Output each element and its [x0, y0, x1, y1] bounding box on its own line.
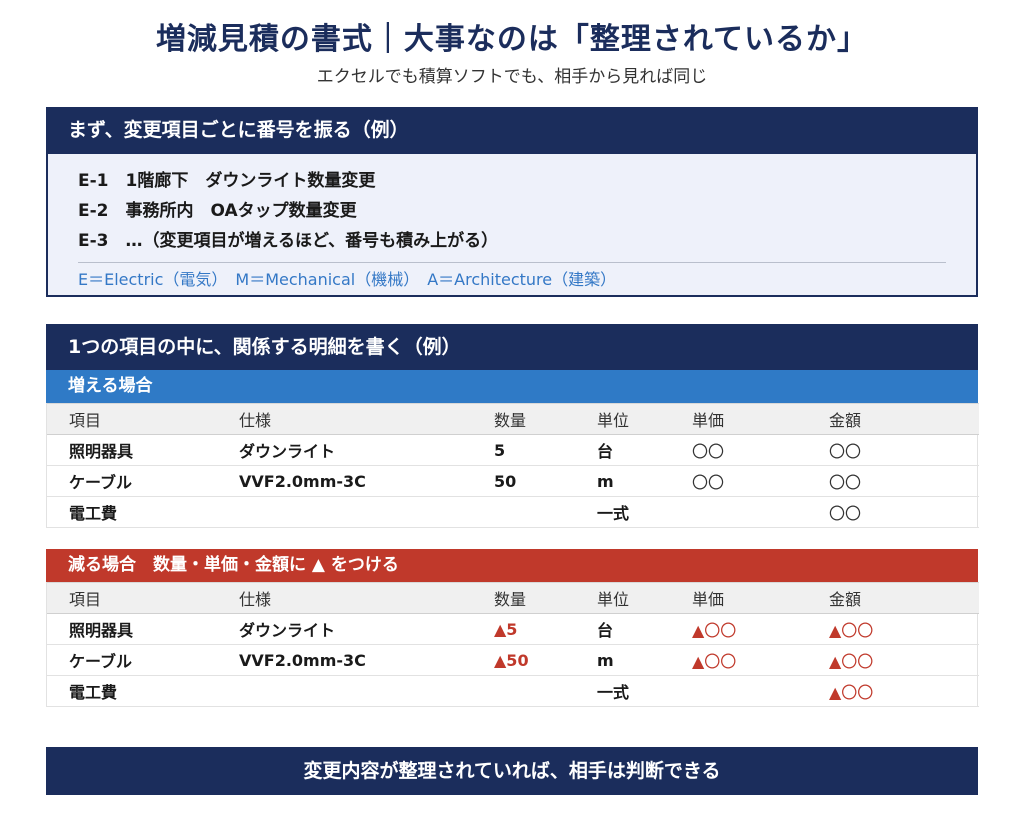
decrease-panel: 減る場合 数量・単価・金額に ▲ をつける 項目 仕様 数量 単位 単価 金額 … — [46, 549, 979, 707]
numbering-panel: まず、変更項目ごとに番号を振る（例） E-1 1階廊下 ダウンライト数量変更 E… — [46, 107, 978, 297]
cell-unit-price: 〇〇 — [670, 434, 807, 466]
cell-amount: 〇〇 — [807, 434, 979, 466]
cell-spec: VVF2.0mm-3C — [217, 644, 472, 676]
numbering-heading: まず、変更項目ごとに番号を振る（例） — [46, 107, 978, 154]
column-header: 単価 — [670, 582, 807, 614]
numbering-item: E-3 …（変更項目が増えるほど、番号も積み上がる） — [78, 231, 499, 251]
details-heading: 1つの項目の中に、関係する明細を書く（例） — [46, 324, 978, 370]
cell-unit: m — [575, 465, 670, 497]
table-row: 照明器具 ダウンライト ▲5 台 ▲〇〇 ▲〇〇 — [47, 613, 979, 645]
increase-table-wrap: 項目 仕様 数量 単位 単価 金額 照明器具 ダウンライト 5 台 〇〇 〇〇 — [46, 403, 979, 528]
table-row: ケーブル VVF2.0mm-3C 50 m 〇〇 〇〇 — [47, 465, 979, 497]
column-header: 金額 — [807, 582, 979, 614]
cell-unit: 一式 — [575, 496, 670, 528]
table-header-row: 項目 仕様 数量 単位 単価 金額 — [47, 403, 979, 435]
cell-qty — [472, 496, 575, 528]
increase-table: 項目 仕様 数量 単位 単価 金額 照明器具 ダウンライト 5 台 〇〇 〇〇 — [47, 403, 979, 528]
cell-amount: 〇〇 — [807, 496, 979, 528]
decrease-table: 項目 仕様 数量 単位 単価 金額 照明器具 ダウンライト ▲5 台 ▲〇〇 ▲… — [47, 582, 979, 707]
cell-qty — [472, 675, 575, 707]
cell-unit: m — [575, 644, 670, 676]
decrease-heading: 減る場合 数量・単価・金額に ▲ をつける — [46, 549, 978, 582]
cell-unit-price: ▲〇〇 — [670, 644, 807, 676]
cell-spec — [217, 675, 472, 707]
increase-heading: 増える場合 — [46, 370, 978, 403]
page-subtitle: エクセルでも積算ソフトでも、相手から見れば同じ — [316, 67, 708, 87]
column-header: 数量 — [472, 582, 575, 614]
cell-amount: 〇〇 — [807, 465, 979, 497]
details-panel: 1つの項目の中に、関係する明細を書く（例） 増える場合 項目 仕様 数量 単位 … — [46, 324, 979, 528]
cell-item: 電工費 — [47, 675, 217, 707]
cell-item: 照明器具 — [47, 613, 217, 645]
cell-item: ケーブル — [47, 644, 217, 676]
cell-spec: VVF2.0mm-3C — [217, 465, 472, 497]
table-row: ケーブル VVF2.0mm-3C ▲50 m ▲〇〇 ▲〇〇 — [47, 644, 979, 676]
cell-item: 電工費 — [47, 496, 217, 528]
table-header-row: 項目 仕様 数量 単位 単価 金額 — [47, 582, 979, 614]
cell-qty: ▲50 — [472, 644, 575, 676]
column-header: 単価 — [670, 403, 807, 435]
numbering-legend: E＝Electric（電気） M＝Mechanical（機械） A＝Archit… — [78, 262, 946, 292]
decrease-table-wrap: 項目 仕様 数量 単位 単価 金額 照明器具 ダウンライト ▲5 台 ▲〇〇 ▲… — [46, 582, 979, 707]
page-title: 増減見積の書式｜大事なのは「整理されているか」 — [155, 22, 869, 57]
cell-amount: ▲〇〇 — [807, 675, 979, 707]
column-header: 金額 — [807, 403, 979, 435]
table-row: 照明器具 ダウンライト 5 台 〇〇 〇〇 — [47, 434, 979, 466]
cell-qty: ▲5 — [472, 613, 575, 645]
column-header: 仕様 — [217, 403, 472, 435]
cell-unit: 一式 — [575, 675, 670, 707]
cell-unit: 台 — [575, 434, 670, 466]
cell-qty: 5 — [472, 434, 575, 466]
column-header: 数量 — [472, 403, 575, 435]
cell-amount: ▲〇〇 — [807, 613, 979, 645]
numbering-item: E-2 事務所内 OAタップ数量変更 — [78, 201, 357, 221]
column-header: 単位 — [575, 403, 670, 435]
numbering-item: E-1 1階廊下 ダウンライト数量変更 — [78, 171, 376, 191]
numbering-box: E-1 1階廊下 ダウンライト数量変更 E-2 事務所内 OAタップ数量変更 E… — [46, 154, 978, 297]
cell-unit-price: 〇〇 — [670, 465, 807, 497]
cell-spec: ダウンライト — [217, 613, 472, 645]
column-header: 単位 — [575, 582, 670, 614]
cell-unit-price — [670, 496, 807, 528]
footer-banner: 変更内容が整理されていれば、相手は判断できる — [46, 747, 978, 795]
column-header: 項目 — [47, 403, 217, 435]
cell-spec: ダウンライト — [217, 434, 472, 466]
cell-unit-price: ▲〇〇 — [670, 613, 807, 645]
cell-unit: 台 — [575, 613, 670, 645]
table-row: 電工費 一式 ▲〇〇 — [47, 675, 979, 707]
cell-qty: 50 — [472, 465, 575, 497]
cell-unit-price — [670, 675, 807, 707]
cell-item: ケーブル — [47, 465, 217, 497]
cell-amount: ▲〇〇 — [807, 644, 979, 676]
cell-spec — [217, 496, 472, 528]
column-header: 仕様 — [217, 582, 472, 614]
column-header: 項目 — [47, 582, 217, 614]
table-row: 電工費 一式 〇〇 — [47, 496, 979, 528]
cell-item: 照明器具 — [47, 434, 217, 466]
